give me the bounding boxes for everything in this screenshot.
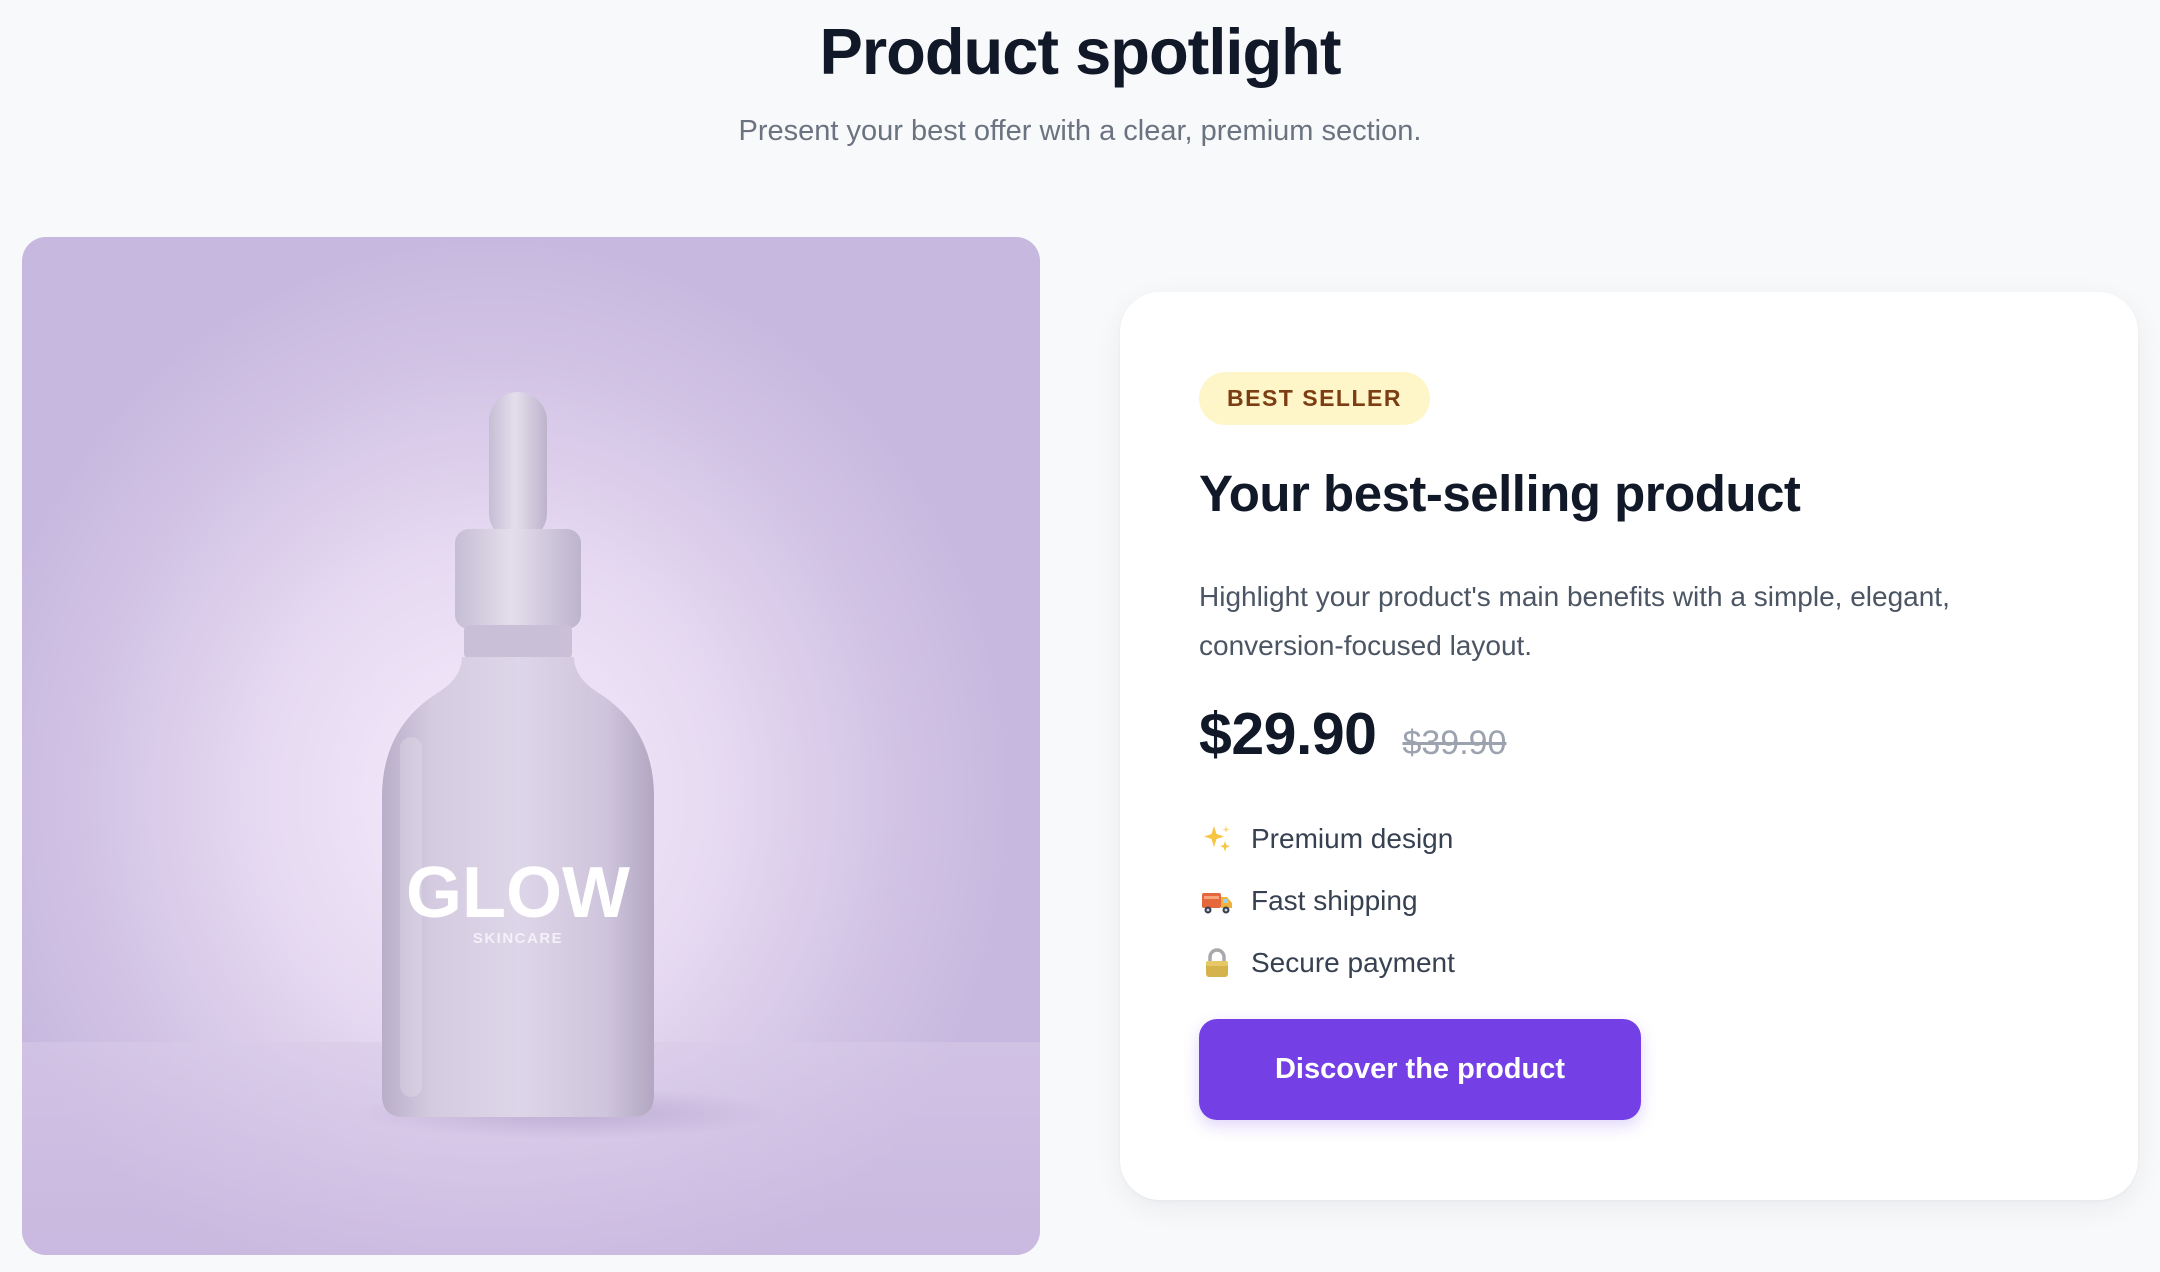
price-row: $29.90 $39.90: [1199, 700, 1506, 768]
product-description: Highlight your product's main benefits w…: [1199, 581, 1950, 661]
feature-item: Fast shipping: [1199, 870, 1455, 932]
sparkles-icon: [1199, 821, 1235, 857]
product-spotlight-section: Product spotlight Present your best offe…: [0, 0, 2160, 1272]
product-card: BEST SELLER Your best-selling product Hi…: [1120, 292, 2138, 1200]
best-seller-badge: BEST SELLER: [1199, 372, 1430, 425]
lock-icon: [1199, 945, 1235, 981]
page-subtitle: Present your best offer with a clear, pr…: [738, 115, 1422, 147]
product-title: Your best-selling product: [1199, 465, 1801, 522]
brand-logo: GLOW: [406, 853, 630, 933]
brand-subtitle: SKINCARE: [473, 930, 563, 947]
page-title: Product spotlight: [819, 15, 1342, 88]
current-price: $29.90: [1199, 701, 1377, 767]
feature-label: Fast shipping: [1251, 885, 1418, 916]
original-price: $39.90: [1402, 724, 1507, 762]
discover-product-button[interactable]: Discover the product: [1199, 1019, 1641, 1120]
product-image: GLOW SKINCARE: [22, 237, 1040, 1255]
feature-label: Premium design: [1251, 823, 1454, 854]
delivery-truck-icon: [1199, 883, 1235, 919]
feature-list: Premium design Fast shipping Secure paym…: [1199, 808, 1455, 994]
serum-bottle-illustration: GLOW SKINCARE: [22, 392, 1040, 1255]
feature-item: Premium design: [1199, 808, 1455, 870]
feature-item: Secure payment: [1199, 932, 1455, 994]
feature-label: Secure payment: [1251, 947, 1455, 978]
